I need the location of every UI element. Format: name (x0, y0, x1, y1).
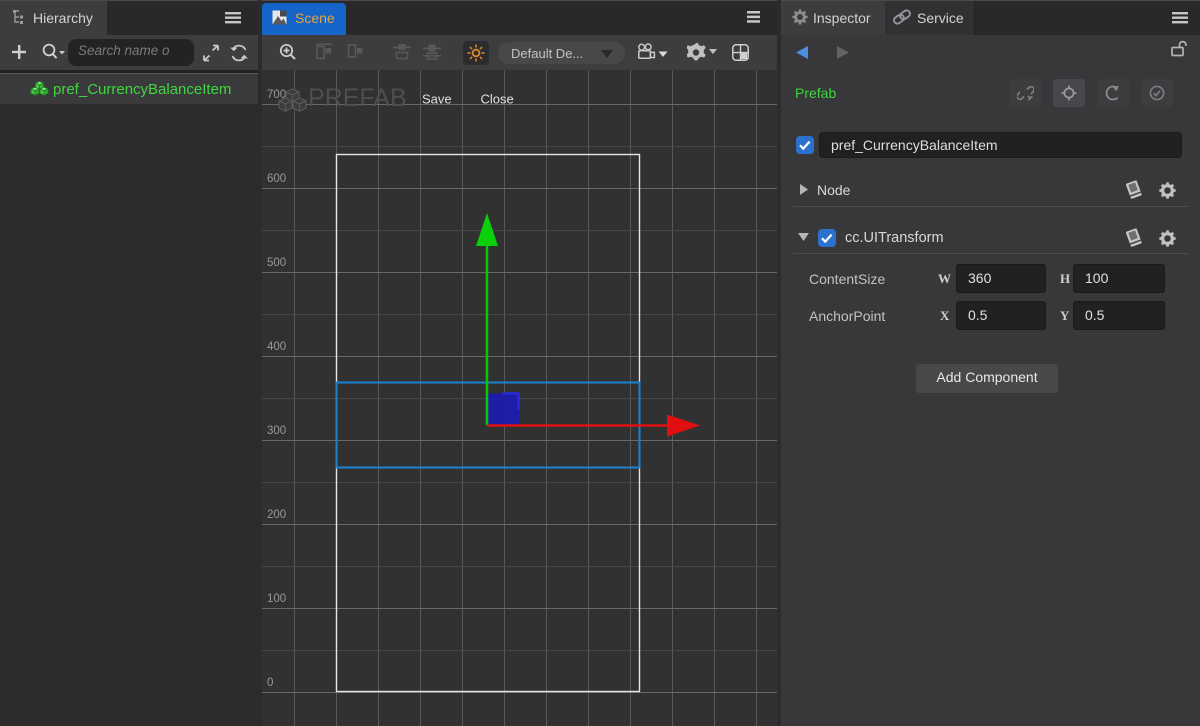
svg-text:PREFAB: PREFAB (308, 84, 407, 112)
svg-text:0: 0 (267, 677, 273, 689)
svg-text:200: 200 (267, 509, 286, 521)
svg-text:400: 400 (267, 341, 286, 353)
svg-text:100: 100 (267, 593, 286, 605)
svg-text:300: 300 (267, 425, 286, 437)
svg-text:Close: Close (481, 92, 514, 107)
svg-text:500: 500 (267, 257, 286, 269)
svg-text:Save: Save (422, 92, 452, 107)
svg-text:600: 600 (267, 173, 286, 185)
